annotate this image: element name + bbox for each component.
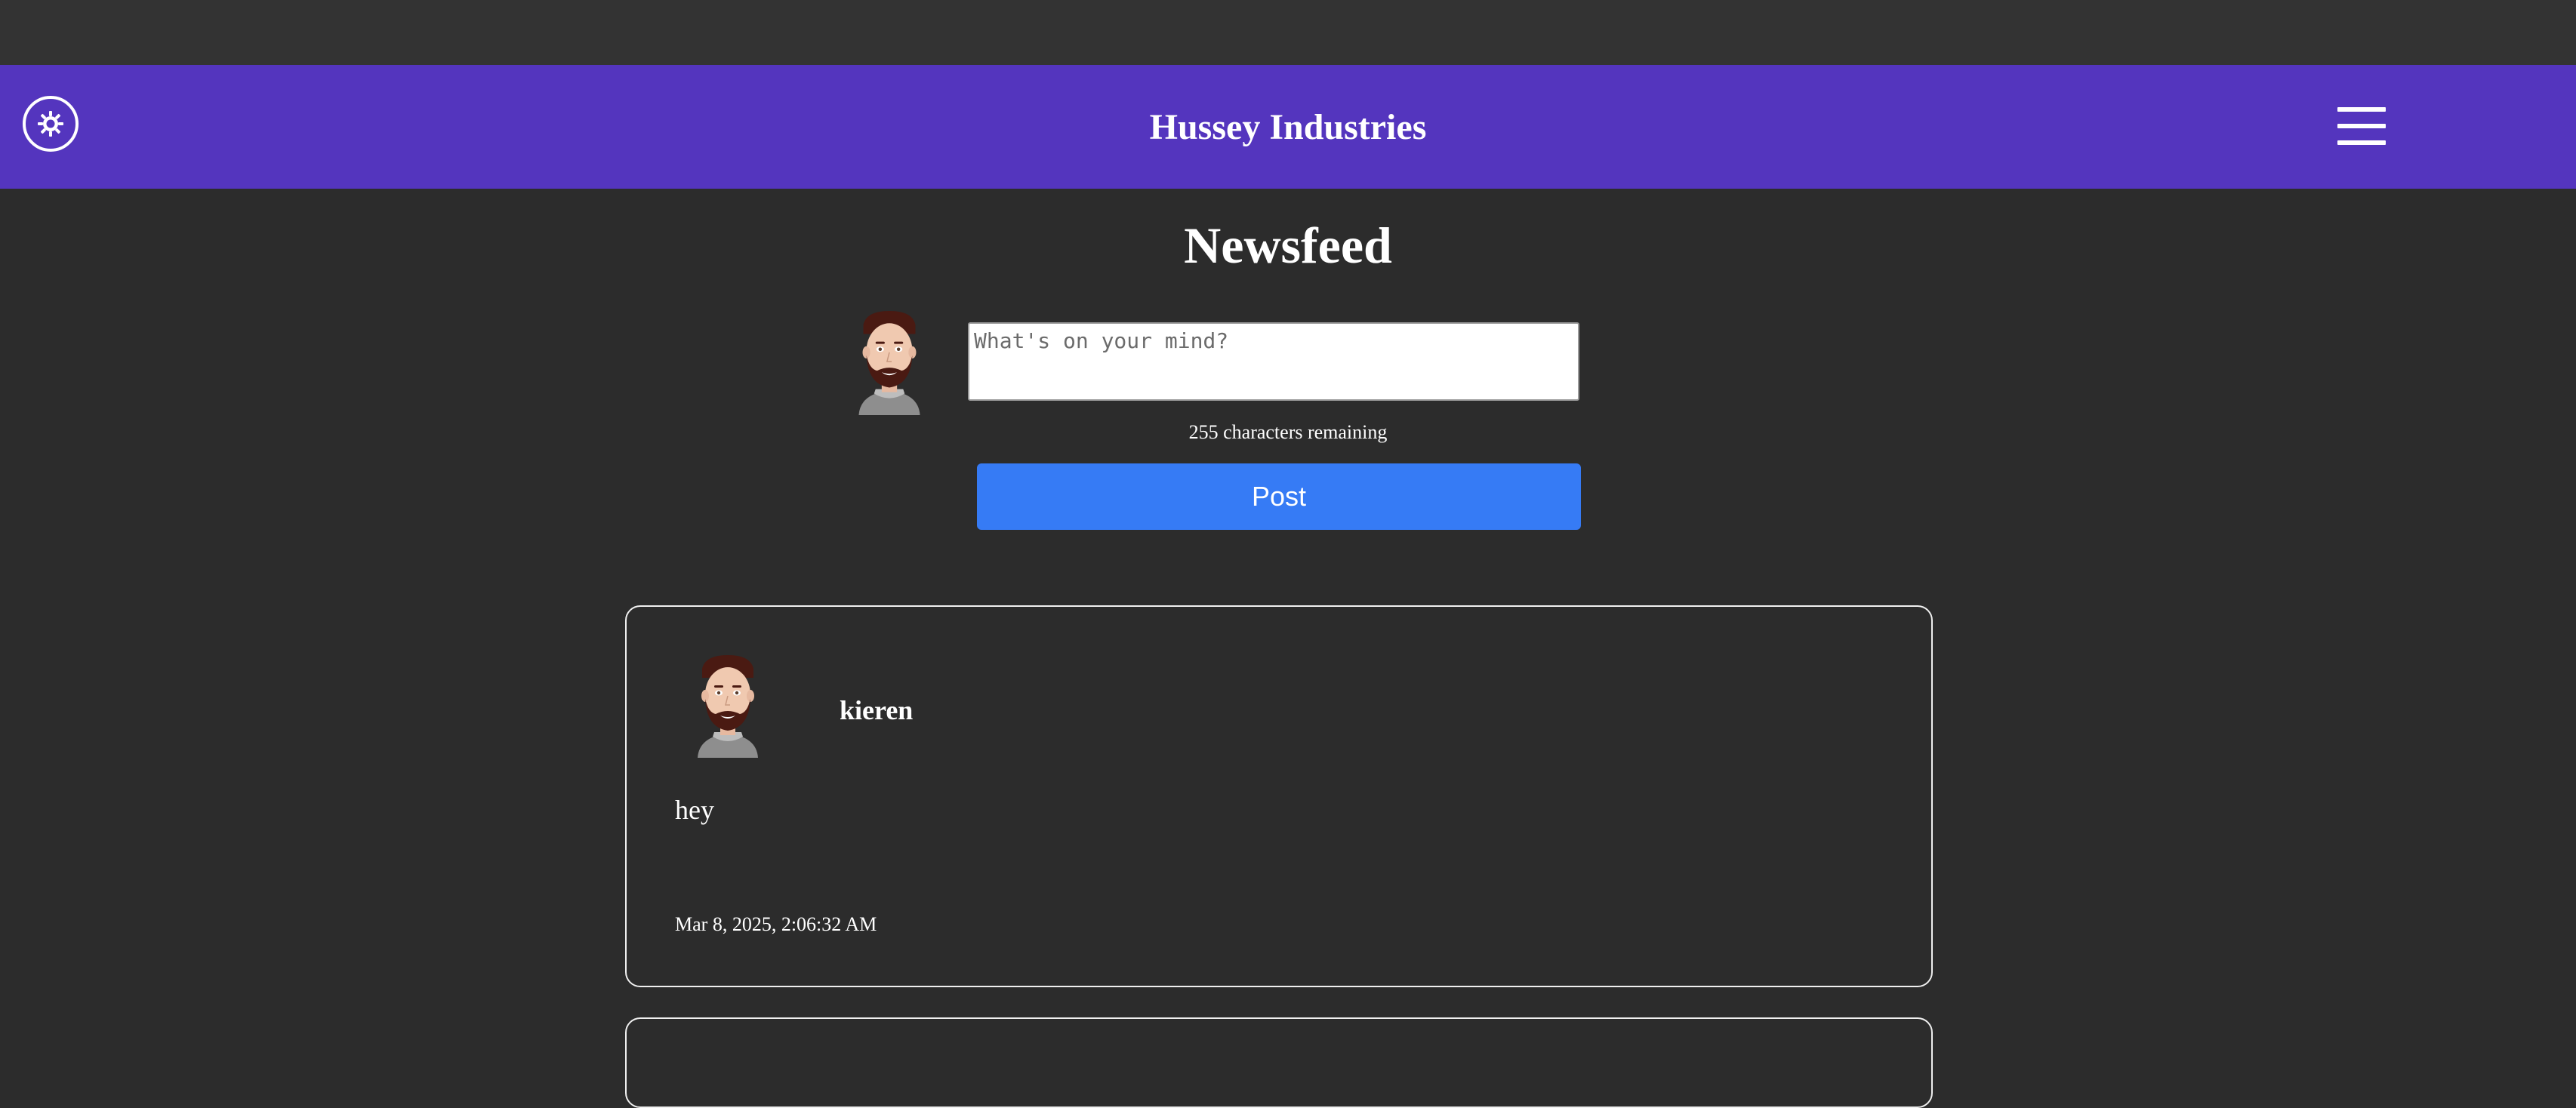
post-card: kieren hey Mar 8, 2025, 2:06:32 AM [625,605,1933,987]
browser-top-strip [0,0,2576,65]
sun-icon [38,111,63,137]
user-avatar [858,311,920,415]
character-count: 255 characters remaining [1188,421,1388,443]
post-card [625,1017,1933,1108]
post-input[interactable] [968,322,1579,401]
post-author[interactable]: kieren [840,694,913,726]
hamburger-menu-icon[interactable] [2337,107,2386,145]
post-button[interactable]: Post [977,463,1581,530]
navbar: Hussey Industries [0,65,2576,189]
brand-title: Hussey Industries [1149,106,1427,147]
page-title: Newsfeed [1184,217,1392,274]
post-body: hey [675,795,714,825]
author-avatar [698,655,758,758]
post-timestamp: Mar 8, 2025, 2:06:32 AM [675,913,877,935]
theme-toggle-button[interactable] [23,96,79,152]
